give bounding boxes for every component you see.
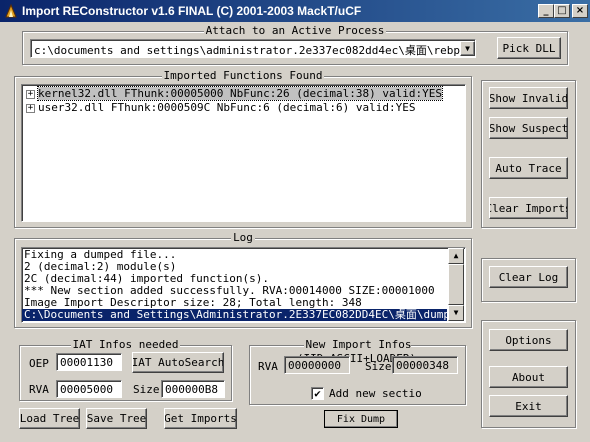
attach-group-label: Attach to an Active Process xyxy=(203,24,387,37)
minimize-button[interactable]: _ xyxy=(538,4,554,18)
expand-icon[interactable]: + xyxy=(26,103,35,113)
new-size-field: 00000348 xyxy=(392,356,458,374)
show-suspect-button[interactable]: Show Suspect xyxy=(489,117,568,139)
auto-trace-button[interactable]: Auto Trace xyxy=(489,157,568,179)
log-list[interactable]: Fixing a dumped file... 2 (decimal:2) mo… xyxy=(21,247,466,323)
log-group-label: Log xyxy=(231,231,255,244)
maximize-button[interactable]: □ xyxy=(554,4,570,18)
new-rva-field: 00000000 xyxy=(284,356,350,374)
size-label: Size xyxy=(133,383,160,396)
new-rva-label: RVA xyxy=(258,360,278,373)
title-bar[interactable]: Import REConstructor v1.6 FINAL (C) 2001… xyxy=(0,0,590,22)
tree-item-user32[interactable]: + user32.dll FThunk:0000509C NbFunc:6 (de… xyxy=(26,101,416,115)
close-button[interactable]: × xyxy=(572,4,588,18)
fix-dump-button[interactable]: Fix Dump xyxy=(324,410,398,428)
process-dropdown-button[interactable]: ▼ xyxy=(460,41,475,56)
add-new-section-label[interactable]: Add new sectio xyxy=(329,387,422,400)
expand-icon[interactable]: + xyxy=(26,89,35,99)
tree-item-kernel32[interactable]: + kernel32.dll FThunk:00005000 NbFunc:26 … xyxy=(26,86,443,101)
get-imports-button[interactable]: Get Imports xyxy=(164,408,237,429)
scroll-up-icon[interactable]: ▲ xyxy=(448,248,464,264)
log-scrollbar[interactable]: ▲ ▼ xyxy=(448,248,464,321)
iat-infos-label: IAT Infos needed xyxy=(70,338,181,351)
scroll-down-icon[interactable]: ▼ xyxy=(448,305,464,321)
tree-item-label: user32.dll FThunk:0000509C NbFunc:6 (dec… xyxy=(38,101,416,114)
imported-functions-label: Imported Functions Found xyxy=(161,69,325,82)
log-line: *** New section added successfully. RVA:… xyxy=(24,285,435,297)
about-button[interactable]: About xyxy=(489,366,568,388)
exit-button[interactable]: Exit xyxy=(489,395,568,417)
log-line: 2 (decimal:2) module(s) xyxy=(24,261,177,273)
app-icon xyxy=(5,3,17,18)
process-select[interactable]: c:\documents and settings\administrator.… xyxy=(30,39,476,58)
options-button[interactable]: Options xyxy=(489,329,568,351)
scroll-thumb[interactable] xyxy=(448,264,464,305)
process-path: c:\documents and settings\administrator.… xyxy=(34,44,476,57)
window-title: Import REConstructor v1.6 FINAL (C) 2001… xyxy=(22,4,362,18)
tree-item-label: kernel32.dll FThunk:00005000 NbFunc:26 (… xyxy=(37,86,443,101)
iat-autosearch-button[interactable]: IAT AutoSearch xyxy=(132,352,224,373)
iat-size-input[interactable]: 000000B8 xyxy=(161,380,225,398)
save-tree-button[interactable]: Save Tree xyxy=(86,408,147,429)
clear-log-button[interactable]: Clear Log xyxy=(489,266,568,288)
add-new-section-checkbox[interactable]: ✔ xyxy=(311,387,324,400)
new-size-label: Size xyxy=(365,360,392,373)
show-invalid-button[interactable]: Show Invalid xyxy=(489,87,568,109)
oep-input[interactable]: 00001130 xyxy=(56,353,122,371)
log-line: Fixing a dumped file... xyxy=(24,249,177,261)
imported-functions-tree[interactable]: + kernel32.dll FThunk:00005000 NbFunc:26 … xyxy=(21,84,466,222)
log-line: Image Import Descriptor size: 28; Total … xyxy=(24,297,362,309)
pick-dll-button[interactable]: Pick DLL xyxy=(497,37,561,59)
log-line-selected: C:\Documents and Settings\Administrator.… xyxy=(22,309,447,321)
oep-label: OEP xyxy=(29,357,49,370)
load-tree-button[interactable]: Load Tree xyxy=(19,408,80,429)
rva-label: RVA xyxy=(29,383,49,396)
iat-rva-input[interactable]: 00005000 xyxy=(56,380,122,398)
clear-imports-button[interactable]: Clear Imports xyxy=(489,197,568,219)
log-line: 2C (decimal:44) imported function(s). xyxy=(24,273,270,285)
chevron-down-icon: ▼ xyxy=(465,44,470,53)
